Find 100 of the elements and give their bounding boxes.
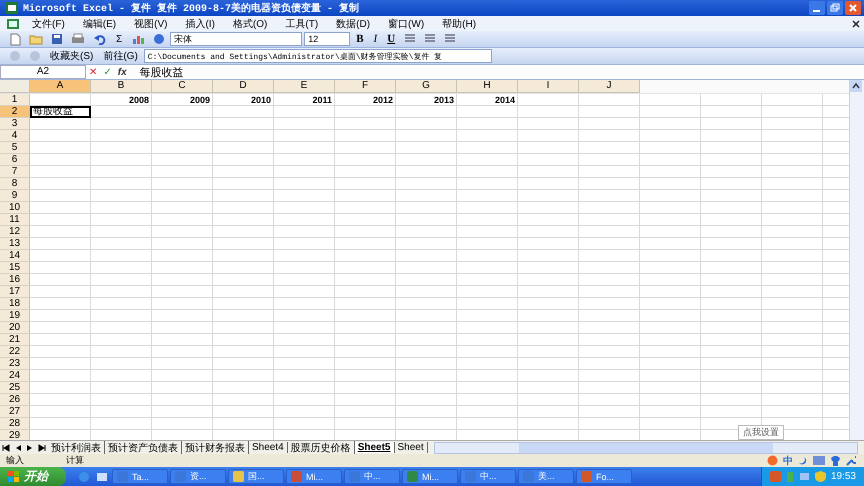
column-header[interactable]: A — [30, 80, 91, 93]
column-header[interactable]: C — [152, 80, 213, 93]
go-menu[interactable]: 前往(G) — [99, 49, 142, 63]
row-header[interactable]: 9 — [0, 190, 30, 202]
sheet-tab[interactable]: 预计资产负债表 — [105, 440, 182, 454]
italic-button[interactable]: I — [370, 33, 382, 45]
printer-icon[interactable] — [71, 33, 85, 45]
document-icon[interactable] — [9, 32, 21, 46]
row-header[interactable]: 24 — [0, 370, 30, 382]
column-header[interactable]: D — [213, 80, 274, 93]
menu-item[interactable]: 视图(V) — [125, 16, 176, 30]
row-header[interactable]: 4 — [0, 130, 30, 142]
menu-item[interactable]: 文件(F) — [23, 16, 74, 30]
sheet-tab[interactable]: 预计利润表 — [48, 440, 105, 454]
row-header[interactable]: 18 — [0, 298, 30, 310]
close-button[interactable] — [845, 1, 861, 15]
menu-item[interactable]: 插入(I) — [176, 16, 224, 30]
menu-item[interactable]: 帮助(H) — [433, 16, 486, 30]
column-header[interactable]: B — [91, 80, 152, 93]
chart-icon[interactable] — [131, 33, 146, 45]
taskbar-button[interactable]: Mi... — [402, 469, 458, 484]
input-mode-button[interactable]: 中 — [783, 454, 793, 468]
row-header[interactable]: 25 — [0, 382, 30, 394]
folder-icon[interactable] — [29, 33, 43, 45]
prev-sheet-icon[interactable] — [14, 444, 22, 452]
next-sheet-icon[interactable] — [26, 444, 34, 452]
address-field[interactable]: C:\Documents and Settings\Administrator\桌面\财务管理实验\复件 复 — [144, 49, 492, 63]
menu-item[interactable]: 工具(T) — [276, 16, 328, 30]
favorites-menu[interactable]: 收藏夹(S) — [46, 49, 98, 63]
sum-button[interactable]: Σ — [112, 34, 126, 44]
scroll-up-icon[interactable] — [850, 80, 862, 92]
column-header[interactable]: I — [518, 80, 579, 93]
menu-item[interactable]: 格式(O) — [224, 16, 276, 30]
column-header[interactable]: H — [457, 80, 518, 93]
menu-item[interactable]: 编辑(E) — [74, 16, 126, 30]
row-header[interactable]: 10 — [0, 202, 30, 214]
undo-icon[interactable] — [93, 33, 107, 45]
row-header[interactable]: 22 — [0, 346, 30, 358]
menu-item[interactable]: 数据(D) — [327, 16, 380, 30]
row-header[interactable]: 7 — [0, 166, 30, 178]
enter-button[interactable]: ✓ — [100, 66, 115, 78]
column-header[interactable]: G — [396, 80, 457, 93]
row-header[interactable]: 21 — [0, 334, 30, 346]
column-header[interactable]: E — [274, 80, 335, 93]
sheet-tab[interactable]: Sheet5 — [354, 442, 394, 453]
row-header[interactable]: 23 — [0, 358, 30, 370]
save-icon[interactable] — [51, 33, 63, 45]
row-header[interactable]: 8 — [0, 178, 30, 190]
last-sheet-icon[interactable] — [38, 444, 46, 452]
shirt-icon[interactable] — [830, 456, 841, 466]
row-header[interactable]: 17 — [0, 286, 30, 298]
menu-item[interactable]: 窗口(W) — [379, 16, 434, 30]
taskbar-button[interactable]: 资... — [170, 469, 226, 484]
align-icon[interactable] — [424, 34, 436, 44]
row-header[interactable]: 6 — [0, 154, 30, 166]
taskbar-button[interactable]: Ta... — [112, 469, 168, 484]
row-header[interactable]: 13 — [0, 238, 30, 250]
taskbar-button[interactable]: Fo... — [576, 469, 632, 484]
restore-button[interactable] — [827, 1, 843, 15]
formula-field[interactable]: 每股收益 — [130, 64, 864, 80]
row-header[interactable]: 15 — [0, 262, 30, 274]
sheet-tab[interactable]: 预计财务报表 — [182, 440, 249, 454]
sheet-tab[interactable]: 股票历史价格 — [288, 440, 355, 454]
taskbar-button[interactable]: 美... — [518, 469, 574, 484]
horizontal-scrollbar[interactable] — [434, 442, 858, 454]
row-header[interactable]: 3 — [0, 118, 30, 130]
column-header[interactable]: J — [579, 80, 640, 93]
moon-icon[interactable] — [798, 456, 808, 466]
vertical-scrollbar[interactable] — [849, 80, 864, 440]
wrench-icon[interactable] — [846, 456, 856, 466]
row-header[interactable]: 16 — [0, 274, 30, 286]
taskbar-button[interactable]: Mi... — [286, 469, 342, 484]
first-sheet-icon[interactable] — [2, 444, 10, 452]
taskbar-button[interactable]: 中... — [460, 469, 516, 484]
row-header[interactable]: 11 — [0, 214, 30, 226]
name-box[interactable]: A2 — [0, 65, 86, 79]
align-icon[interactable] — [404, 34, 416, 44]
bold-button[interactable]: B — [352, 33, 368, 45]
row-header[interactable]: 5 — [0, 142, 30, 154]
taskbar-button[interactable]: 国... — [228, 469, 284, 484]
row-header[interactable]: 20 — [0, 322, 30, 334]
row-header[interactable]: 28 — [0, 418, 30, 430]
row-header[interactable]: 12 — [0, 226, 30, 238]
sheet-tab[interactable]: Sheet — [394, 442, 428, 453]
cancel-button[interactable]: ✕ — [86, 66, 100, 78]
minimize-button[interactable] — [809, 1, 825, 15]
insert-function-button[interactable]: fx — [114, 66, 130, 78]
row-header[interactable]: 14 — [0, 250, 30, 262]
row-header[interactable]: 1 — [0, 94, 30, 106]
row-header[interactable]: 19 — [0, 310, 30, 322]
font-dropdown[interactable]: 宋体 — [170, 32, 302, 46]
desktop-icon[interactable] — [96, 470, 108, 482]
taskbar-button[interactable]: 中... — [344, 469, 400, 484]
row-header[interactable]: 2 — [0, 106, 30, 118]
underline-button[interactable]: U — [383, 33, 400, 45]
font-size-dropdown[interactable]: 12 — [304, 32, 350, 46]
column-header[interactable]: F — [335, 80, 396, 93]
close-icon[interactable] — [851, 18, 861, 28]
row-header[interactable]: 29 — [0, 430, 30, 440]
align-icon[interactable] — [444, 34, 456, 44]
